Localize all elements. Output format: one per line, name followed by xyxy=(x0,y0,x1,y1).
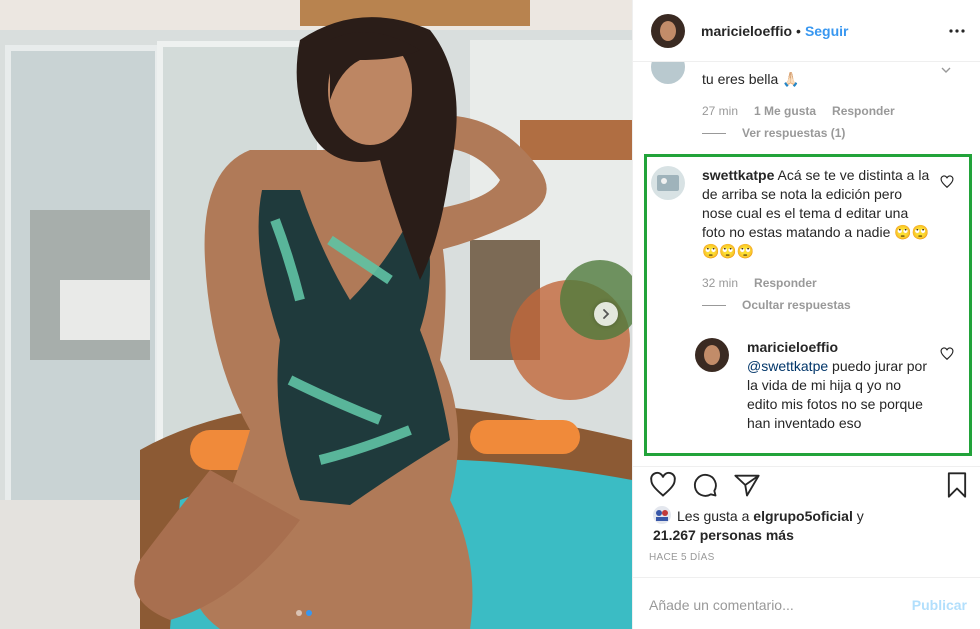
carousel-dot xyxy=(296,610,302,616)
replies-divider xyxy=(702,304,726,306)
author-username[interactable]: maricieloeffio xyxy=(701,23,792,39)
reply-username[interactable]: maricieloeffio xyxy=(747,338,935,357)
post-side-panel: maricieloeffio • Seguir tu eres bella 🙏🏻… xyxy=(632,0,980,629)
post-actions xyxy=(633,466,980,506)
comment-text: tu eres bella 🙏🏻 xyxy=(702,71,800,87)
reply-avatar[interactable] xyxy=(695,338,729,372)
photo-image xyxy=(0,0,632,629)
add-comment-bar: Publicar xyxy=(633,577,980,629)
view-replies-label: Ver respuestas (1) xyxy=(742,126,846,140)
like-heart-icon[interactable] xyxy=(649,471,677,499)
post-header: maricieloeffio • Seguir xyxy=(633,0,980,62)
heart-icon[interactable] xyxy=(940,347,954,361)
comments-list[interactable]: tu eres bella 🙏🏻 27 min 1 Me gusta Respo… xyxy=(633,62,980,466)
reply-body: maricieloeffio @swettkatpe puedo jurar p… xyxy=(747,338,935,433)
chevron-down-icon xyxy=(941,67,951,73)
share-send-icon[interactable] xyxy=(733,471,761,499)
liker-username[interactable]: elgrupo5oficial xyxy=(753,508,853,524)
view-replies-link[interactable]: Ver respuestas (1) xyxy=(702,126,845,140)
comment-input[interactable] xyxy=(649,594,899,616)
more-horizontal-icon[interactable] xyxy=(947,21,967,41)
post-photo[interactable] xyxy=(0,0,632,629)
bookmark-icon[interactable] xyxy=(943,471,971,499)
reply-button[interactable]: Responder xyxy=(754,276,817,290)
follow-button[interactable]: Seguir xyxy=(805,23,849,39)
chevron-right-icon xyxy=(603,309,610,319)
comment-meta: 27 min 1 Me gusta Responder xyxy=(702,104,895,118)
hide-replies-label: Ocultar respuestas xyxy=(742,298,851,312)
liker-avatar[interactable] xyxy=(653,506,671,524)
commenter-avatar[interactable] xyxy=(651,166,685,200)
header-separator: • xyxy=(796,22,801,39)
likes-count[interactable]: 21.267 personas más xyxy=(653,527,794,543)
comment-username[interactable]: swettkatpe xyxy=(702,167,774,183)
carousel-dot-active xyxy=(306,610,312,616)
comment-meta: 32 min Responder xyxy=(702,276,817,290)
comment-likes[interactable]: 1 Me gusta xyxy=(754,104,816,118)
publish-button[interactable]: Publicar xyxy=(912,597,967,613)
replies-divider xyxy=(702,132,726,134)
carousel-next-button[interactable] xyxy=(594,302,618,326)
commenter-avatar[interactable] xyxy=(651,62,685,84)
comment-time: 27 min xyxy=(702,104,739,118)
comment-time: 32 min xyxy=(702,276,739,290)
comment-body: swettkatpe Acá se te ve distinta a la de… xyxy=(702,166,934,261)
likes-conjunction: y xyxy=(856,508,864,524)
likes-prefix: Les gusta a xyxy=(677,508,750,524)
hide-replies-link[interactable]: Ocultar respuestas xyxy=(702,298,851,312)
reply-button[interactable]: Responder xyxy=(832,104,895,118)
comment-bubble-icon[interactable] xyxy=(691,471,719,499)
carousel-indicator xyxy=(296,610,312,616)
reply-mention[interactable]: @swettkatpe xyxy=(747,358,828,374)
post-time[interactable]: HACE 5 DÍAS xyxy=(649,552,715,563)
author-avatar[interactable] xyxy=(651,13,685,48)
likes-summary: Les gusta a elgrupo5oficial y 21.267 per… xyxy=(653,506,973,545)
heart-icon[interactable] xyxy=(940,175,954,189)
